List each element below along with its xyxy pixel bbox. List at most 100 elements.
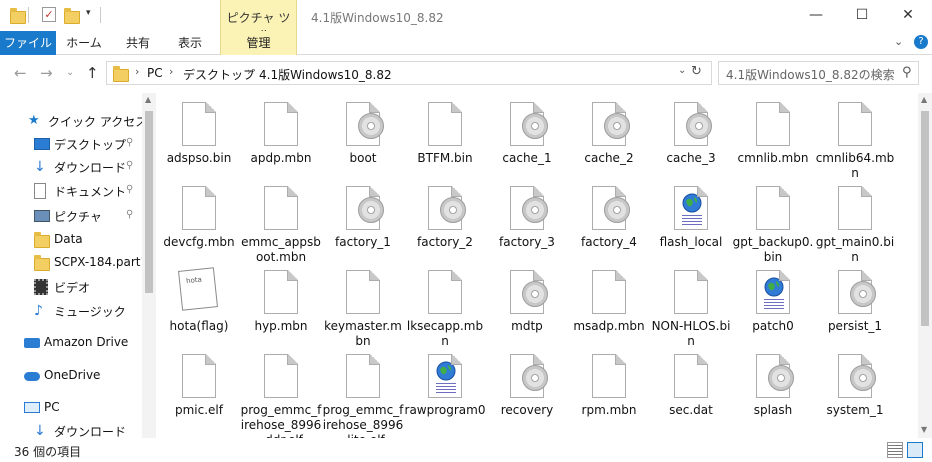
address-bar[interactable]: › PC › デスクトップ › 4.1版Windows10_8.82 ⌄ ↻: [106, 61, 712, 85]
file-item[interactable]: flash_local: [650, 179, 732, 259]
file-item[interactable]: lksecapp.mbn: [404, 263, 486, 348]
refresh-button[interactable]: ↻: [691, 64, 702, 79]
image-file-icon: hota: [178, 267, 218, 311]
pin-icon[interactable]: ⚲: [126, 209, 133, 220]
file-item[interactable]: splash: [732, 347, 814, 427]
file-item[interactable]: cache_3: [650, 95, 732, 175]
file-item[interactable]: rpm.mbn: [568, 347, 650, 427]
tab-manage[interactable]: 管理: [220, 31, 297, 55]
file-item[interactable]: hota hota(flag): [158, 263, 240, 343]
file-item[interactable]: boot: [322, 95, 404, 175]
scroll-up-icon[interactable]: ▲: [921, 95, 927, 104]
file-item[interactable]: BTFM.bin: [404, 95, 486, 175]
file-item[interactable]: cache_1: [486, 95, 568, 175]
tab-share[interactable]: 共有: [116, 31, 160, 55]
disc-image-file-icon: [346, 186, 384, 230]
properties-icon[interactable]: ✓: [42, 7, 56, 22]
file-item[interactable]: msadp.mbn: [568, 263, 650, 343]
tab-view[interactable]: 表示: [168, 31, 212, 55]
file-item[interactable]: recovery: [486, 347, 568, 427]
file-item[interactable]: persist_1: [814, 263, 896, 343]
file-item[interactable]: sec.dat: [650, 347, 732, 427]
sidebar-item-label: ピクチャ: [54, 210, 102, 224]
disc-icon: [522, 365, 548, 391]
file-item[interactable]: mdtp: [486, 263, 568, 343]
disc-icon: [768, 365, 794, 391]
breadcrumb-desktop[interactable]: デスクトップ: [183, 66, 255, 83]
file-item[interactable]: gpt_backup0.bin: [732, 179, 814, 264]
music-icon: ♪: [34, 303, 43, 319]
file-name: rpm.mbn: [581, 403, 637, 417]
file-item[interactable]: cmnlib.mbn: [732, 95, 814, 175]
search-input[interactable]: 4.1版Windows10_8.82の検索: [726, 66, 895, 83]
file-item[interactable]: adspso.bin: [158, 95, 240, 175]
file-item[interactable]: factory_1: [322, 179, 404, 259]
sidebar-item-label: SCPX-184.part1: [54, 255, 149, 269]
sidebar-item-label: OneDrive: [44, 368, 101, 382]
file-item[interactable]: prog_emmc_firehose_8996_lite.elf: [322, 347, 404, 438]
forward-button[interactable]: →: [40, 64, 53, 82]
globe-icon: [682, 193, 702, 213]
file-item[interactable]: NON-HLOS.bin: [650, 263, 732, 348]
disc-icon: [850, 281, 876, 307]
new-folder-icon[interactable]: [64, 7, 80, 25]
scrollbar-thumb[interactable]: [921, 111, 929, 326]
file-item[interactable]: factory_4: [568, 179, 650, 259]
navigation-scrollbar[interactable]: ▲: [142, 93, 156, 438]
folder-icon: [10, 7, 26, 25]
details-view-icon[interactable]: [887, 442, 903, 458]
file-item[interactable]: emmc_appsboot.mbn: [240, 179, 322, 264]
disc-icon: [358, 113, 384, 139]
breadcrumb-current-folder[interactable]: 4.1版Windows10_8.82: [259, 66, 392, 83]
content-scrollbar[interactable]: ▲ ▼: [918, 93, 932, 438]
file-name: cmnlib64.mbn: [815, 151, 895, 180]
search-box[interactable]: 4.1版Windows10_8.82の検索 ⚲: [718, 61, 919, 85]
file-name: emmc_appsboot.mbn: [241, 235, 321, 264]
xml-file-icon: [756, 270, 790, 314]
minimize-button[interactable]: —: [793, 0, 839, 31]
file-item[interactable]: devcfg.mbn: [158, 179, 240, 259]
large-icons-view-icon[interactable]: [907, 442, 923, 458]
file-item[interactable]: factory_3: [486, 179, 568, 259]
customize-quick-access-icon[interactable]: ▾: [86, 8, 91, 26]
breadcrumb-pc[interactable]: PC: [147, 66, 163, 80]
file-name: boot: [349, 151, 377, 165]
address-dropdown-icon[interactable]: ⌄: [678, 65, 686, 76]
scroll-up-icon[interactable]: ▲: [145, 95, 151, 104]
recent-locations-button[interactable]: ⌄: [66, 67, 74, 78]
file-item[interactable]: pmic.elf: [158, 347, 240, 427]
scrollbar-thumb[interactable]: [145, 111, 153, 293]
up-button[interactable]: ↑: [86, 64, 99, 82]
maximize-button[interactable]: ☐: [839, 0, 885, 31]
file-item[interactable]: cmnlib64.mbn: [814, 95, 896, 180]
file-item[interactable]: rawprogram0: [404, 347, 486, 427]
file-item[interactable]: factory_2: [404, 179, 486, 259]
file-icon: [674, 270, 708, 314]
sidebar-item-label: Amazon Drive: [44, 335, 129, 349]
file-icon: [838, 186, 872, 230]
file-item[interactable]: keymaster.mbn: [322, 263, 404, 348]
back-button[interactable]: ←: [14, 64, 27, 82]
file-item[interactable]: patch0: [732, 263, 814, 343]
file-name: cmnlib.mbn: [737, 151, 809, 165]
close-button[interactable]: ✕: [885, 0, 931, 31]
file-item[interactable]: cache_2: [568, 95, 650, 175]
pin-icon[interactable]: ⚲: [126, 137, 133, 148]
file-name: hyp.mbn: [254, 319, 308, 333]
file-item[interactable]: hyp.mbn: [240, 263, 322, 343]
scroll-down-icon[interactable]: ▼: [921, 425, 927, 434]
help-icon[interactable]: ?: [914, 35, 928, 49]
status-bar: 36 個の項目: [0, 438, 932, 462]
disc-icon: [850, 365, 876, 391]
file-name: factory_1: [335, 235, 391, 249]
file-item[interactable]: prog_emmc_firehose_8996_ddr.elf: [240, 347, 322, 438]
file-item[interactable]: gpt_main0.bin: [814, 179, 896, 264]
ribbon-collapse-icon[interactable]: ⌄: [894, 35, 903, 48]
download-icon: ↓: [34, 423, 46, 438]
file-item[interactable]: system_1: [814, 347, 896, 427]
pin-icon[interactable]: ⚲: [126, 160, 133, 171]
file-item[interactable]: apdp.mbn: [240, 95, 322, 175]
tab-home[interactable]: ホーム: [62, 31, 106, 55]
pin-icon[interactable]: ⚲: [126, 184, 133, 195]
text-lines-icon: [682, 215, 702, 227]
